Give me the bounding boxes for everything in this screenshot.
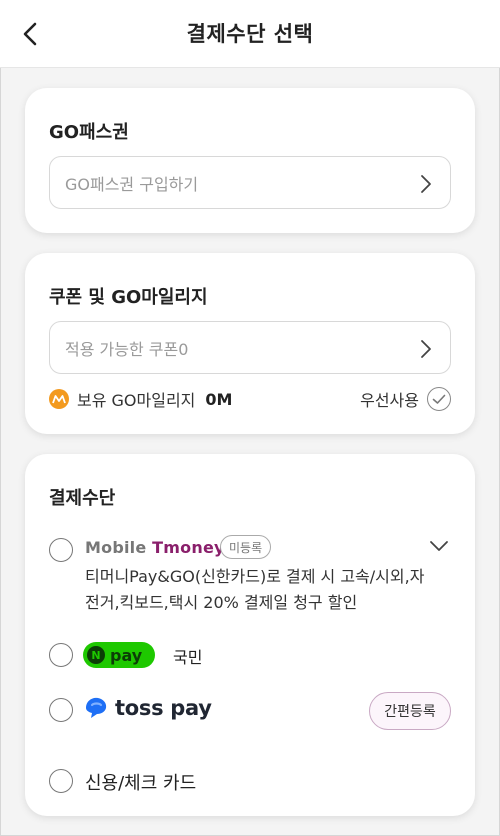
mileage-label: 보유 GO마일리지 [77,391,196,410]
easy-register-button[interactable]: 간편등록 [369,692,451,730]
credit-check-card-label: 신용/체크 카드 [85,773,197,794]
payment-option-tmoney[interactable]: Mobile Tmoney 미등록 티머니Pay&GO(신한카드)로 결제 시 … [25,535,475,618]
tmoney-logo: Mobile Tmoney [85,538,225,557]
tosspay-logo: toss pay [83,696,212,720]
gopass-purchase-field[interactable]: GO패스권 구입하기 [49,156,451,209]
radio-npay[interactable] [49,643,73,667]
mileage-row: 보유 GO마일리지 0M 우선사용 [49,387,451,411]
coupon-placeholder: 적용 가능한 쿠폰0 [65,339,189,359]
radio-card[interactable] [49,769,73,793]
payment-option-tosspay[interactable]: toss pay 간편등록 [25,692,475,730]
radio-tmoney[interactable] [49,538,73,562]
mileage-coin-icon [49,389,69,409]
tmoney-description: 티머니Pay&GO(신한카드)로 결제 시 고속/시외,자전거,킥보드,택시 2… [85,567,425,612]
gopass-title: GO패스권 [49,122,129,143]
chevron-right-icon [421,340,431,358]
npay-logo: N pay [83,642,155,668]
priority-use-toggle[interactable]: 우선사용 [360,387,451,411]
npay-logo-text: pay [110,645,143,665]
mileage-amount: 0M [205,389,233,409]
coupon-mileage-card: 쿠폰 및 GO마일리지 적용 가능한 쿠폰0 보유 GO마일리지 0M 우선사용 [25,253,475,434]
check-circle-icon [427,387,451,411]
priority-use-label: 우선사용 [360,391,419,410]
chevron-right-icon [421,175,431,193]
unregistered-badge: 미등록 [220,535,272,559]
tmoney-logo-mobile: Mobile [85,538,147,557]
top-app-bar: 결제수단 선택 [0,0,500,68]
npay-n-icon: N [87,646,105,664]
payment-title: 결제수단 [49,488,116,509]
gopass-card: GO패스권 GO패스권 구입하기 [25,88,475,233]
payment-option-card[interactable]: 신용/체크 카드 [25,768,475,798]
chevron-down-icon[interactable] [429,540,449,552]
page-title: 결제수단 선택 [186,22,314,46]
radio-tosspay[interactable] [49,698,73,722]
payment-method-card: 결제수단 Mobile Tmoney 미등록 티머니Pay&GO(신한카드)로 … [25,454,475,816]
payment-option-npay[interactable]: N pay 국민 [25,642,475,672]
gopass-purchase-placeholder: GO패스권 구입하기 [65,174,199,194]
toss-logo-icon [86,697,107,718]
npay-bank-name: 국민 [173,648,203,667]
tmoney-logo-tmoney: Tmoney [152,538,225,557]
coupon-select-field[interactable]: 적용 가능한 쿠폰0 [49,321,451,374]
coupon-title: 쿠폰 및 GO마일리지 [49,287,208,308]
tosspay-logo-text: toss pay [115,696,212,720]
